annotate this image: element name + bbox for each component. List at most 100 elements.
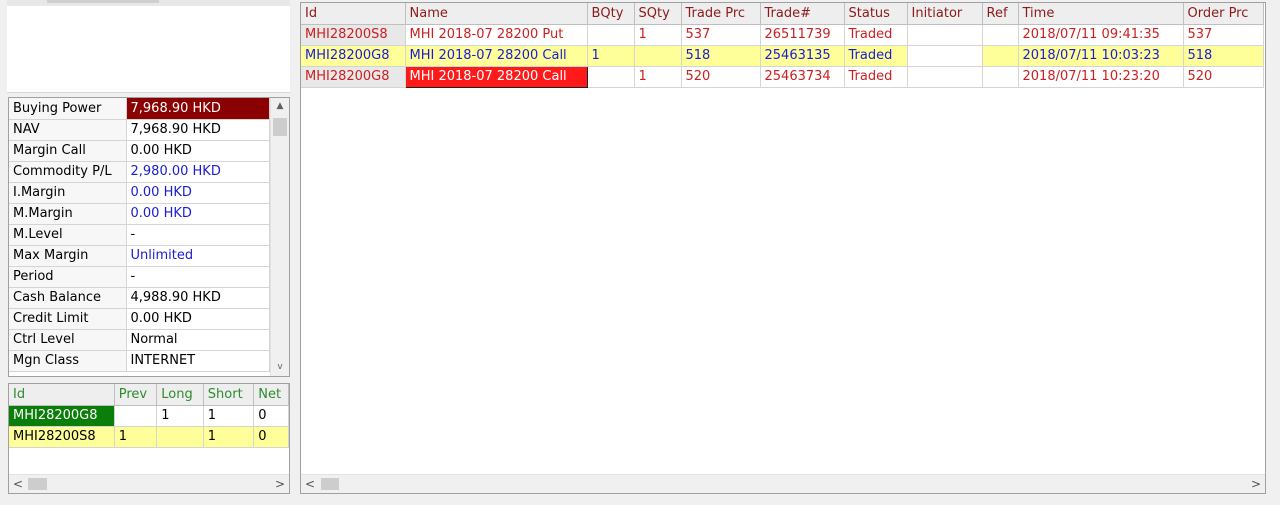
order-trade-prc: 518 xyxy=(681,45,761,67)
top-strip-tab[interactable] xyxy=(47,0,159,3)
order-ref xyxy=(982,45,1019,67)
order-sqty xyxy=(634,45,682,67)
order-name-selected[interactable]: MHI 2018-07 28200 Call xyxy=(404,65,588,88)
column-header-trade-prc[interactable]: Trade Prc xyxy=(681,3,761,25)
scroll-thumb[interactable] xyxy=(28,478,47,490)
column-header-initiator[interactable]: Initiator xyxy=(907,3,983,25)
column-header-net[interactable]: Net xyxy=(253,384,289,406)
column-header-order-prc[interactable]: Order Prc xyxy=(1183,3,1264,25)
account-value: 0.00 HKD xyxy=(126,140,270,162)
positions-table: Id Prev Long Short Net MHI28200G8 1 1 0 … xyxy=(9,384,289,448)
order-id: MHI28200G8 xyxy=(301,66,406,88)
scroll-down-icon[interactable]: v xyxy=(271,359,289,376)
account-value: INTERNET xyxy=(126,350,270,372)
scroll-left-icon[interactable]: < xyxy=(9,475,27,493)
account-row-nav[interactable]: NAV 7,968.90 HKD xyxy=(9,119,270,141)
scroll-right-icon[interactable]: > xyxy=(271,475,289,493)
column-header-id[interactable]: Id xyxy=(301,3,406,25)
order-initiator xyxy=(907,24,983,46)
scroll-left-icon[interactable]: < xyxy=(301,475,319,493)
account-label: Mgn Class xyxy=(9,350,127,372)
column-header-short[interactable]: Short xyxy=(203,384,255,406)
position-prev xyxy=(114,405,158,427)
account-value: 0.00 HKD xyxy=(126,203,270,225)
account-value: 0.00 HKD xyxy=(126,308,270,330)
account-value: 7,968.90 HKD xyxy=(126,119,270,141)
account-row-max-margin[interactable]: Max Margin Unlimited xyxy=(9,245,270,267)
order-trade-no: 25463734 xyxy=(760,66,845,88)
account-row-cash-balance[interactable]: Cash Balance 4,988.90 HKD xyxy=(9,287,270,309)
scroll-right-icon[interactable]: > xyxy=(1247,475,1265,493)
account-row-m-margin[interactable]: M.Margin 0.00 HKD xyxy=(9,203,270,225)
position-id: MHI28200G8 xyxy=(9,405,115,427)
order-trade-prc: 537 xyxy=(681,24,761,46)
account-label: NAV xyxy=(9,119,127,141)
column-header-prev[interactable]: Prev xyxy=(114,384,158,406)
scroll-up-icon[interactable]: ▲ xyxy=(271,98,289,115)
order-order-prc: 537 xyxy=(1183,24,1264,46)
account-row-ctrl-level[interactable]: Ctrl Level Normal xyxy=(9,329,270,351)
column-header-trade-no[interactable]: Trade# xyxy=(760,3,845,25)
order-initiator xyxy=(907,66,983,88)
order-time: 2018/07/11 10:03:23 xyxy=(1018,45,1184,67)
column-header-id[interactable]: Id xyxy=(9,384,115,406)
account-vertical-scrollbar[interactable]: ▲ v xyxy=(270,98,289,376)
position-net: 0 xyxy=(253,405,289,427)
position-row[interactable]: MHI28200G8 1 1 0 xyxy=(9,405,289,427)
position-row[interactable]: MHI28200S8 1 1 0 xyxy=(9,426,289,448)
scroll-thumb[interactable] xyxy=(321,478,339,490)
column-header-ref[interactable]: Ref xyxy=(982,3,1019,25)
order-id: MHI28200S8 xyxy=(301,24,406,46)
order-trade-no: 25463135 xyxy=(760,45,845,67)
order-trade-no: 26511739 xyxy=(760,24,845,46)
account-row-commodity-pl[interactable]: Commodity P/L 2,980.00 HKD xyxy=(9,161,270,183)
account-label: Max Margin xyxy=(9,245,127,267)
positions-horizontal-scrollbar[interactable]: < > xyxy=(9,474,289,493)
account-row-margin-call[interactable]: Margin Call 0.00 HKD xyxy=(9,140,270,162)
account-label: Cash Balance xyxy=(9,287,127,309)
position-long: 1 xyxy=(156,405,204,427)
column-header-long[interactable]: Long xyxy=(156,384,204,406)
column-header-time[interactable]: Time xyxy=(1018,3,1184,25)
order-row[interactable]: MHI28200G8 MHI 2018-07 28200 Call 1 520 … xyxy=(301,65,1264,88)
order-order-prc: 520 xyxy=(1183,66,1264,88)
scroll-thumb[interactable] xyxy=(273,118,287,136)
account-label: Buying Power xyxy=(9,98,127,120)
account-row-i-margin[interactable]: I.Margin 0.00 HKD xyxy=(9,182,270,204)
order-name: MHI 2018-07 28200 Call xyxy=(405,45,588,67)
column-header-status[interactable]: Status xyxy=(844,3,908,25)
account-label: Ctrl Level xyxy=(9,329,127,351)
orders-horizontal-scrollbar[interactable]: < > xyxy=(301,474,1265,493)
account-info-panel: Buying Power 7,968.90 HKD NAV 7,968.90 H… xyxy=(8,97,290,377)
account-value: 4,988.90 HKD xyxy=(126,287,270,309)
column-header-bqty[interactable]: BQty xyxy=(587,3,635,25)
orders-header-row: Id Name BQty SQty Trade Prc Trade# Statu… xyxy=(301,3,1264,25)
order-bqty: 1 xyxy=(587,45,635,67)
account-label: I.Margin xyxy=(9,182,127,204)
order-status: Traded xyxy=(844,66,908,88)
orders-panel: Id Name BQty SQty Trade Prc Trade# Statu… xyxy=(300,2,1266,494)
positions-panel: Id Prev Long Short Net MHI28200G8 1 1 0 … xyxy=(8,383,290,494)
account-label: M.Level xyxy=(9,224,127,246)
account-row-buying-power[interactable]: Buying Power 7,968.90 HKD xyxy=(9,98,270,120)
column-header-name[interactable]: Name xyxy=(405,3,588,25)
account-label: M.Margin xyxy=(9,203,127,225)
order-name: MHI 2018-07 28200 Put xyxy=(405,24,588,46)
account-row-credit-limit[interactable]: Credit Limit 0.00 HKD xyxy=(9,308,270,330)
positions-header-row: Id Prev Long Short Net xyxy=(9,384,289,406)
account-value: Unlimited xyxy=(126,245,270,267)
position-id: MHI28200S8 xyxy=(9,426,115,448)
order-row[interactable]: MHI28200S8 MHI 2018-07 28200 Put 1 537 2… xyxy=(301,24,1264,46)
account-value: 0.00 HKD xyxy=(126,182,270,204)
account-value: Normal xyxy=(126,329,270,351)
order-ref xyxy=(982,66,1019,88)
account-row-mgn-class[interactable]: Mgn Class INTERNET xyxy=(9,350,270,372)
order-row[interactable]: MHI28200G8 MHI 2018-07 28200 Call 1 518 … xyxy=(301,45,1264,67)
position-short: 1 xyxy=(203,405,255,427)
position-short: 1 xyxy=(203,426,255,448)
account-row-m-level[interactable]: M.Level - xyxy=(9,224,270,246)
column-header-sqty[interactable]: SQty xyxy=(634,3,682,25)
account-row-period[interactable]: Period - xyxy=(9,266,270,288)
order-sqty: 1 xyxy=(634,24,682,46)
account-label: Commodity P/L xyxy=(9,161,127,183)
